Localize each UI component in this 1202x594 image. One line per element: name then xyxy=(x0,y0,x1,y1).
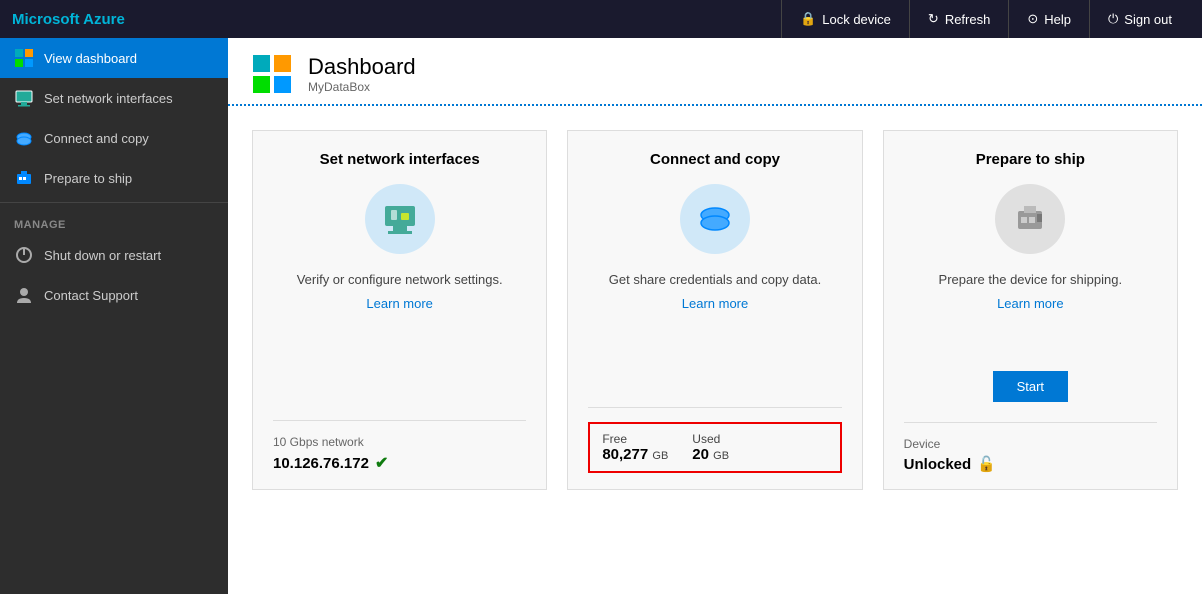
network-card-icon xyxy=(365,184,435,254)
sidebar-item-view-dashboard[interactable]: View dashboard xyxy=(0,38,228,78)
sidebar-item-label: Contact Support xyxy=(44,288,138,303)
sidebar-item-connect-copy[interactable]: Connect and copy xyxy=(0,118,228,158)
sidebar-item-label: View dashboard xyxy=(44,51,137,66)
layout: View dashboard Set network interfaces Co… xyxy=(0,38,1202,594)
grid-icon xyxy=(14,48,34,68)
copy-card-description: Get share credentials and copy data. xyxy=(609,270,821,290)
sidebar-item-shutdown[interactable]: Shut down or restart xyxy=(0,235,228,275)
ship-footer-value: Unlocked 🔓 xyxy=(904,455,1157,473)
manage-section-label: MANAGE xyxy=(0,207,228,235)
network-card-description: Verify or configure network settings. xyxy=(297,270,503,290)
sidebar-item-label: Shut down or restart xyxy=(44,248,161,263)
sign-out-button[interactable]: ⏻ Sign out xyxy=(1089,0,1190,38)
page-title: Dashboard xyxy=(308,54,416,80)
sidebar-item-label: Prepare to ship xyxy=(44,171,132,186)
sidebar-item-contact-support[interactable]: Contact Support xyxy=(0,275,228,315)
ship-learn-more-link[interactable]: Learn more xyxy=(997,296,1063,311)
ship-card-footer: Device Unlocked 🔓 xyxy=(904,422,1157,473)
dashboard-icon xyxy=(252,54,292,94)
brand: Microsoft Azure xyxy=(12,11,125,28)
copy-icon xyxy=(14,128,34,148)
topbar: Microsoft Azure 🔒 Lock device ↻ Refresh … xyxy=(0,0,1202,38)
copy-card-title: Connect and copy xyxy=(650,151,780,168)
checkmark-icon: ✔ xyxy=(375,453,388,473)
cards-container: Set network interfaces Verify or configu… xyxy=(228,106,1202,514)
main-content: Dashboard MyDataBox Set network interfac… xyxy=(228,38,1202,594)
storage-highlight-box: Free 80,277 GB Used 20 GB xyxy=(588,422,841,473)
sidebar-item-set-network[interactable]: Set network interfaces xyxy=(0,78,228,118)
network-learn-more-link[interactable]: Learn more xyxy=(366,296,432,311)
unlock-icon: 🔓 xyxy=(977,455,996,473)
network-footer-label: 10 Gbps network xyxy=(273,435,526,449)
page-subtitle: MyDataBox xyxy=(308,80,416,94)
support-icon xyxy=(14,285,34,305)
copy-card-footer: Free 80,277 GB Used 20 GB xyxy=(588,407,841,473)
network-card-title: Set network interfaces xyxy=(320,151,480,168)
lock-device-button[interactable]: 🔒 Lock device xyxy=(781,0,909,38)
free-storage-col: Free 80,277 GB xyxy=(602,432,668,463)
refresh-icon: ↻ xyxy=(928,11,939,27)
help-button[interactable]: ⊙ Help xyxy=(1008,0,1089,38)
network-footer-value: 10.126.76.172 ✔ xyxy=(273,453,526,473)
ship-card-icon xyxy=(995,184,1065,254)
sidebar-item-label: Set network interfaces xyxy=(44,91,173,106)
topbar-actions: 🔒 Lock device ↻ Refresh ⊙ Help ⏻ Sign ou… xyxy=(781,0,1190,38)
ship-footer-label: Device xyxy=(904,437,1157,451)
sidebar-item-label: Connect and copy xyxy=(44,131,149,146)
ship-card: Prepare to ship Prepare the device for s… xyxy=(883,130,1178,490)
network-card-footer: 10 Gbps network 10.126.76.172 ✔ xyxy=(273,420,526,473)
page-header-text: Dashboard MyDataBox xyxy=(308,54,416,94)
refresh-button[interactable]: ↻ Refresh xyxy=(909,0,1008,38)
lock-icon: 🔒 xyxy=(800,11,816,27)
power-icon xyxy=(14,245,34,265)
used-storage-col: Used 20 GB xyxy=(692,432,729,463)
network-card: Set network interfaces Verify or configu… xyxy=(252,130,547,490)
sidebar-divider xyxy=(0,202,228,203)
sidebar: View dashboard Set network interfaces Co… xyxy=(0,38,228,594)
sidebar-item-prepare-ship[interactable]: Prepare to ship xyxy=(0,158,228,198)
copy-card-icon xyxy=(680,184,750,254)
help-icon: ⊙ xyxy=(1027,11,1038,27)
network-icon xyxy=(14,88,34,108)
start-button[interactable]: Start xyxy=(993,371,1068,402)
copy-card: Connect and copy Get share credentials a… xyxy=(567,130,862,490)
page-header: Dashboard MyDataBox xyxy=(228,38,1202,106)
ship-card-description: Prepare the device for shipping. xyxy=(939,270,1123,290)
ship-icon xyxy=(14,168,34,188)
signout-icon: ⏻ xyxy=(1108,11,1118,27)
copy-learn-more-link[interactable]: Learn more xyxy=(682,296,748,311)
ship-card-title: Prepare to ship xyxy=(976,151,1085,168)
